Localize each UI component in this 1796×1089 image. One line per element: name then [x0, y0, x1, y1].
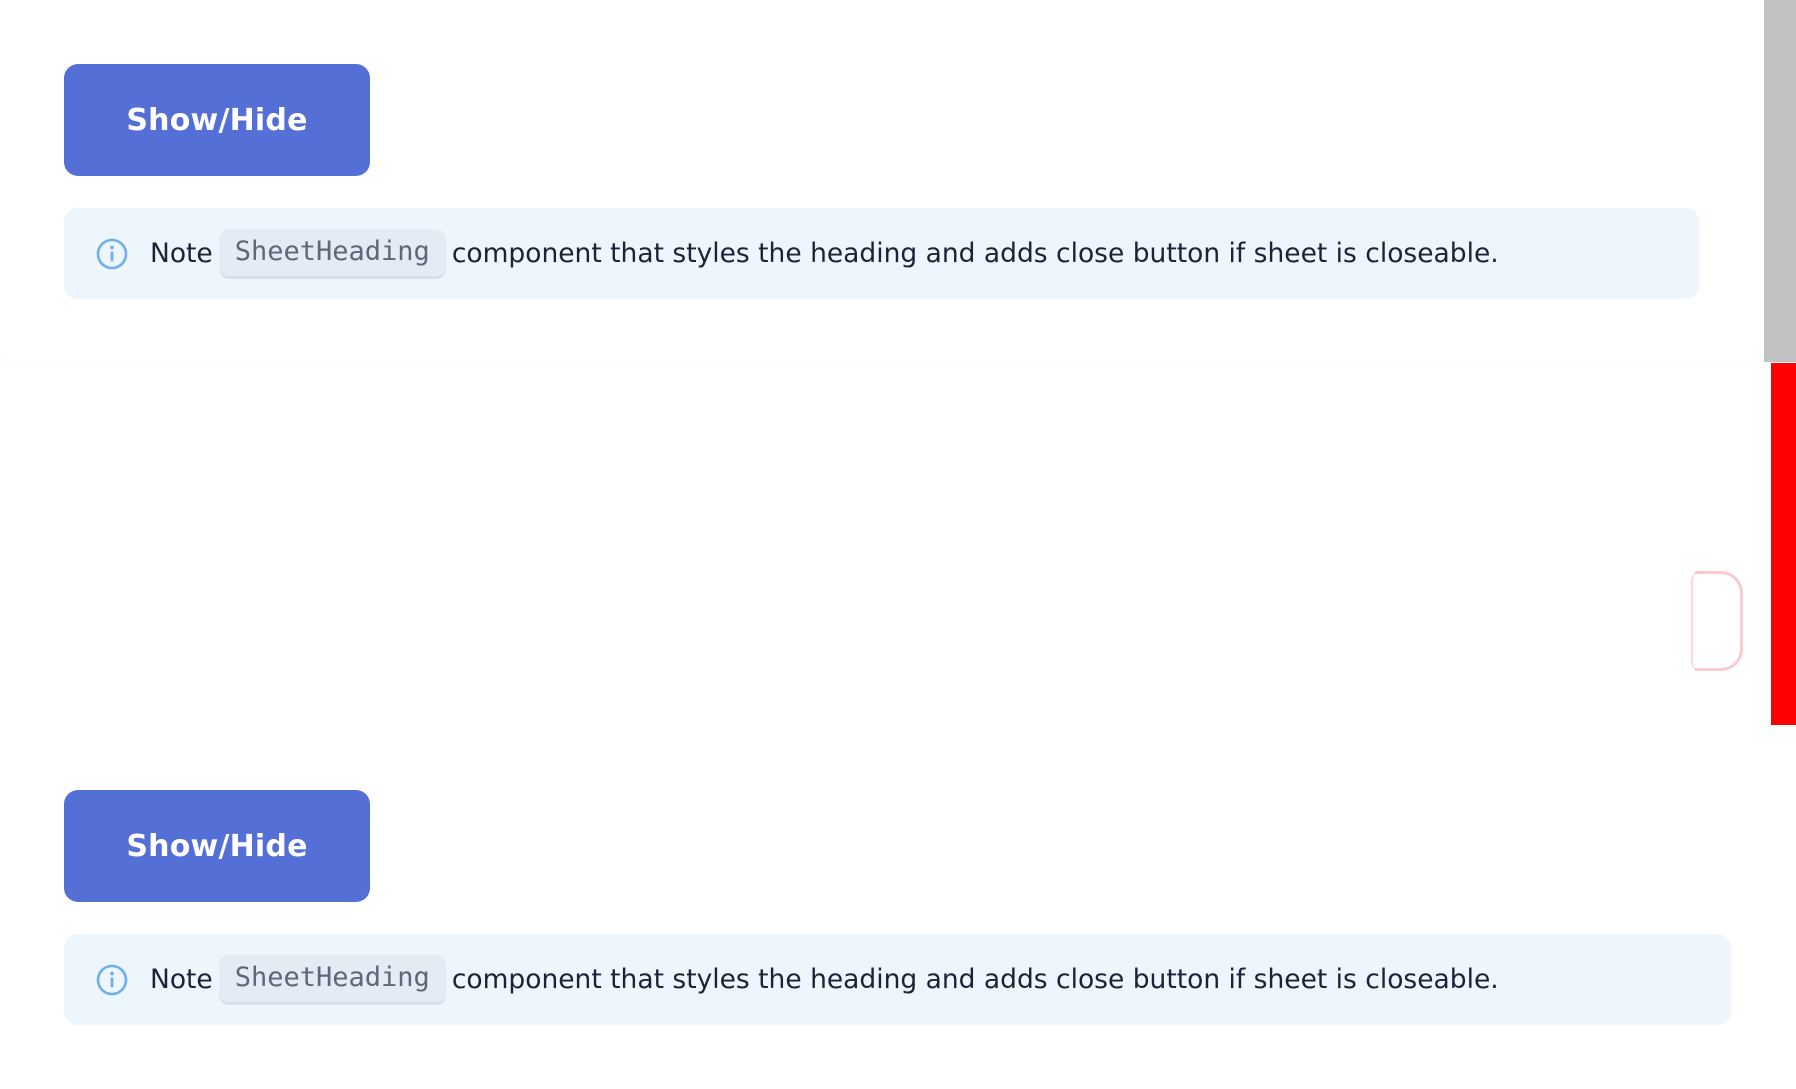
show-hide-button[interactable]: Show/Hide	[64, 64, 370, 176]
note-lead: Note	[150, 964, 213, 995]
inline-code: SheetHeading	[218, 228, 446, 279]
note-body: component that styles the heading and ad…	[451, 238, 1499, 269]
sheet-panel	[0, 0, 1764, 362]
info-icon	[95, 963, 129, 997]
overflow-indicator-bar	[1771, 363, 1796, 725]
info-note: Note SheetHeading component that styles …	[64, 208, 1699, 299]
info-note: Note SheetHeading component that styles …	[64, 934, 1731, 1025]
bracket-indicator	[1691, 571, 1743, 671]
inline-code: SheetHeading	[218, 954, 446, 1005]
note-text: Note SheetHeading component that styles …	[129, 954, 1499, 1005]
note-lead: Note	[150, 238, 213, 269]
scrollbar-thumb[interactable]	[1764, 0, 1796, 362]
show-hide-button[interactable]: Show/Hide	[64, 790, 370, 902]
info-icon	[95, 237, 129, 271]
page: Show/Hide Note SheetHeading component th…	[0, 0, 1796, 1089]
note-body: component that styles the heading and ad…	[451, 964, 1499, 995]
note-text: Note SheetHeading component that styles …	[129, 228, 1499, 279]
